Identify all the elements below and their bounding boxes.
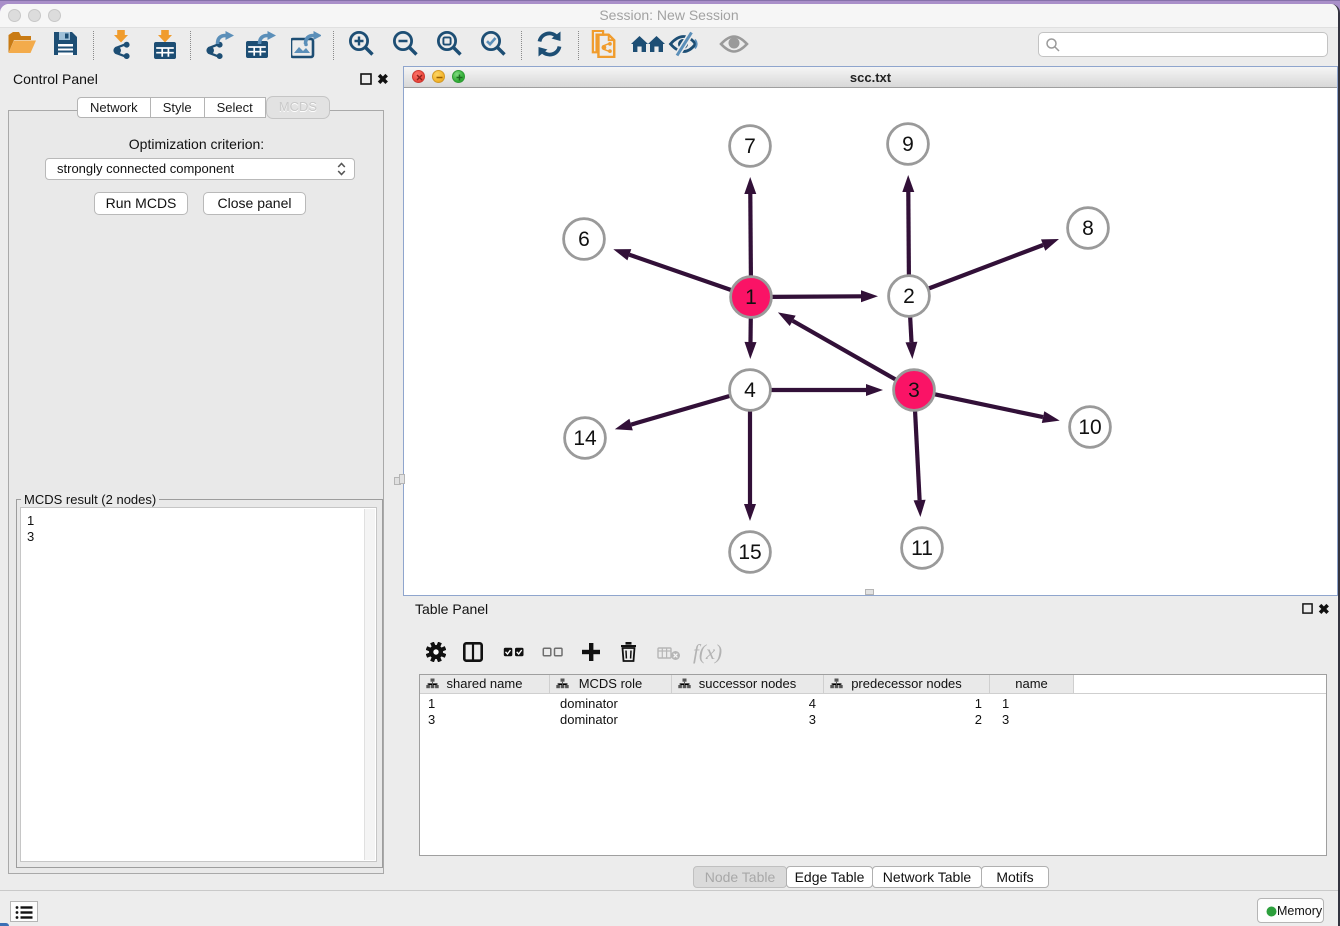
- svg-text:10: 10: [1078, 416, 1101, 439]
- svg-text:2: 2: [903, 285, 915, 308]
- svg-text:4: 4: [744, 379, 756, 402]
- svg-text:11: 11: [911, 537, 933, 560]
- svg-text:9: 9: [902, 133, 914, 156]
- svg-text:7: 7: [744, 135, 756, 158]
- svg-text:6: 6: [578, 228, 590, 251]
- svg-text:8: 8: [1082, 217, 1094, 240]
- svg-text:15: 15: [738, 541, 761, 564]
- svg-text:14: 14: [573, 427, 597, 450]
- svg-text:3: 3: [908, 379, 920, 402]
- svg-text:1: 1: [745, 286, 757, 309]
